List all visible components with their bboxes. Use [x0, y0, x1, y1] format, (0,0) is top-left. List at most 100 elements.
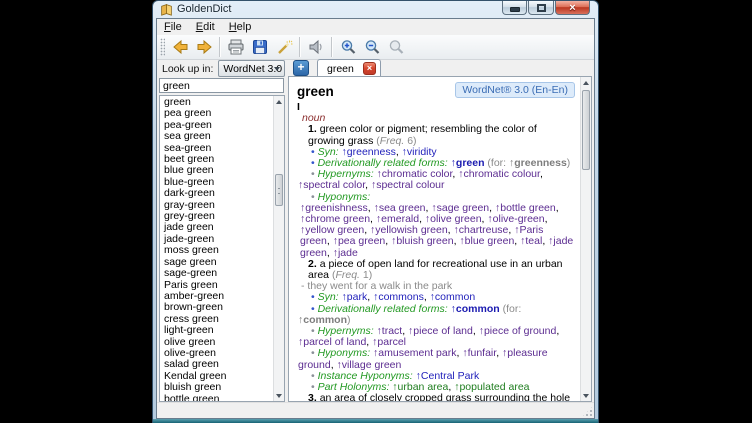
desktop: { "window": { "title": "GoldenDict", "co…: [0, 0, 752, 423]
wordlist-scrollbar[interactable]: [273, 96, 284, 401]
article-link[interactable]: ↑greenishness: [300, 202, 368, 214]
article-link[interactable]: ↑teal: [520, 235, 542, 247]
article-scrollbar-thumb[interactable]: [582, 90, 590, 170]
tab-close-button[interactable]: ×: [363, 62, 376, 75]
pronounce-button[interactable]: [304, 36, 328, 58]
article-link[interactable]: ↑sage green: [431, 202, 489, 214]
scroll-down-icon[interactable]: [274, 390, 284, 401]
scan-popup-button[interactable]: [272, 36, 296, 58]
wordlist-item[interactable]: brown-green: [160, 302, 273, 313]
wordlist-item[interactable]: bluish green: [160, 382, 273, 393]
scroll-up-icon[interactable]: [274, 96, 284, 107]
article-text: 6): [404, 135, 416, 147]
article-link[interactable]: ↑amusement park: [373, 347, 456, 359]
bullet-icon: •: [311, 347, 318, 359]
title-bar[interactable]: GoldenDict ×: [153, 1, 598, 18]
tab-bar: + green ×: [290, 59, 591, 77]
back-button[interactable]: [168, 36, 192, 58]
article-link[interactable]: ↑bluish green: [391, 235, 453, 247]
scroll-down-icon[interactable]: [581, 390, 591, 401]
article-text: green color or pigment; resembling the c…: [308, 123, 537, 146]
article-link[interactable]: ↑blue green: [459, 235, 514, 247]
wordlist-scrollbar-thumb[interactable]: [275, 174, 283, 206]
article-link[interactable]: ↑olive green: [425, 213, 482, 225]
wordlist-item[interactable]: moss green: [160, 245, 273, 256]
article-link[interactable]: ↑sea green: [374, 202, 426, 214]
resize-grip-icon[interactable]: [582, 406, 593, 417]
article-link[interactable]: ↑piece of land: [408, 325, 473, 337]
search-input[interactable]: [159, 78, 284, 93]
forward-icon: [196, 39, 213, 55]
article-link[interactable]: ↑spectral color: [298, 179, 365, 191]
wordlist-item[interactable]: sea green: [160, 131, 273, 142]
article-link[interactable]: ↑tract: [377, 325, 403, 337]
maximize-button[interactable]: [528, 1, 554, 15]
article-link[interactable]: ↑parcel of land: [298, 336, 366, 348]
save-button[interactable]: [248, 36, 272, 58]
zoom-reset-button[interactable]: [384, 36, 408, 58]
article-link[interactable]: ↑olive-green: [487, 213, 544, 225]
close-icon: ×: [569, 2, 575, 14]
article-link[interactable]: ↑yellowish green: [370, 224, 448, 236]
article-text: Hyponyms:: [318, 347, 371, 359]
article-link[interactable]: ↑park: [342, 291, 368, 303]
menu-file[interactable]: File: [157, 20, 189, 34]
article-text: Instance Hyponyms:: [318, 370, 413, 382]
article-link[interactable]: ↑parcel: [372, 336, 406, 348]
pronounce-speaker-icon: [308, 39, 324, 55]
article-link[interactable]: ↑yellow green: [300, 224, 364, 236]
article-link[interactable]: ↑common: [430, 291, 476, 303]
article-link[interactable]: ↑Central Park: [416, 370, 480, 382]
article-link[interactable]: ↑chartreuse: [454, 224, 509, 236]
article-line: 2. a piece of open land for recreational…: [297, 259, 575, 281]
menu-bar: FileEditHelp: [157, 19, 594, 35]
article-link[interactable]: ↑funfair: [462, 347, 496, 359]
dictionary-badge[interactable]: WordNet® 3.0 (En-En): [455, 82, 575, 98]
article-link[interactable]: ↑emerald: [376, 213, 419, 225]
bullet-icon: •: [311, 168, 318, 180]
wordlist-item[interactable]: dark-green: [160, 188, 273, 199]
article-link[interactable]: ↑chromatic color: [377, 168, 453, 180]
article-link[interactable]: ↑chromatic colour: [458, 168, 540, 180]
wordlist-item[interactable]: bottle green: [160, 394, 273, 401]
article-link[interactable]: ↑bottle green: [495, 202, 556, 214]
article-link[interactable]: ↑pea green: [333, 235, 386, 247]
zoom-in-button[interactable]: [336, 36, 360, 58]
back-icon: [172, 39, 189, 55]
add-tab-button[interactable]: +: [293, 60, 309, 76]
wordlist-item[interactable]: sage-green: [160, 268, 273, 279]
close-button[interactable]: ×: [555, 1, 590, 15]
toolbar-drag-handle[interactable]: [160, 38, 165, 56]
forward-button[interactable]: [192, 36, 216, 58]
article-text: 2.: [308, 258, 320, 270]
article-link[interactable]: ↑jade: [333, 247, 358, 259]
print-button[interactable]: [224, 36, 248, 58]
menu-help[interactable]: Help: [222, 20, 259, 34]
article-link[interactable]: ↑spectral colour: [371, 179, 445, 191]
zoom-out-button[interactable]: [360, 36, 384, 58]
word-list: greenpea greenpea-greensea greensea-gree…: [159, 95, 285, 402]
article-link[interactable]: ↑greenness: [342, 146, 396, 158]
menu-edit[interactable]: Edit: [189, 20, 222, 34]
article-line: 1. green color or pigment; resembling th…: [297, 124, 575, 146]
article-line: I: [297, 102, 575, 113]
minimize-button[interactable]: [502, 1, 527, 15]
article-line: • Hyponyms: ↑amusement park, ↑funfair, ↑…: [297, 348, 575, 370]
article-link[interactable]: ↑piece of ground: [479, 325, 557, 337]
dictionary-group-select[interactable]: WordNet 3.0: [218, 60, 285, 77]
article-link[interactable]: ↑populated area: [454, 381, 529, 393]
wordlist-item[interactable]: light-green: [160, 325, 273, 336]
article-text: ↑greenness: [509, 157, 567, 169]
article-link[interactable]: ↑chrome green: [300, 213, 370, 225]
scroll-up-icon[interactable]: [581, 77, 591, 88]
article-link[interactable]: ↑viridity: [402, 146, 437, 158]
article-scrollbar[interactable]: [580, 77, 591, 401]
article-link[interactable]: ↑urban area: [392, 381, 448, 393]
article-pane: green WordNet® 3.0 (En-En) Inoun1. green…: [288, 76, 592, 402]
tab-green[interactable]: green ×: [317, 59, 381, 77]
article-link[interactable]: ↑commons: [373, 291, 424, 303]
article-text: an area of closely cropped grass surroun…: [308, 392, 570, 401]
article-link[interactable]: ↑common: [451, 303, 500, 315]
article-link[interactable]: ↑green: [451, 157, 485, 169]
article-link[interactable]: ↑village green: [337, 359, 402, 371]
